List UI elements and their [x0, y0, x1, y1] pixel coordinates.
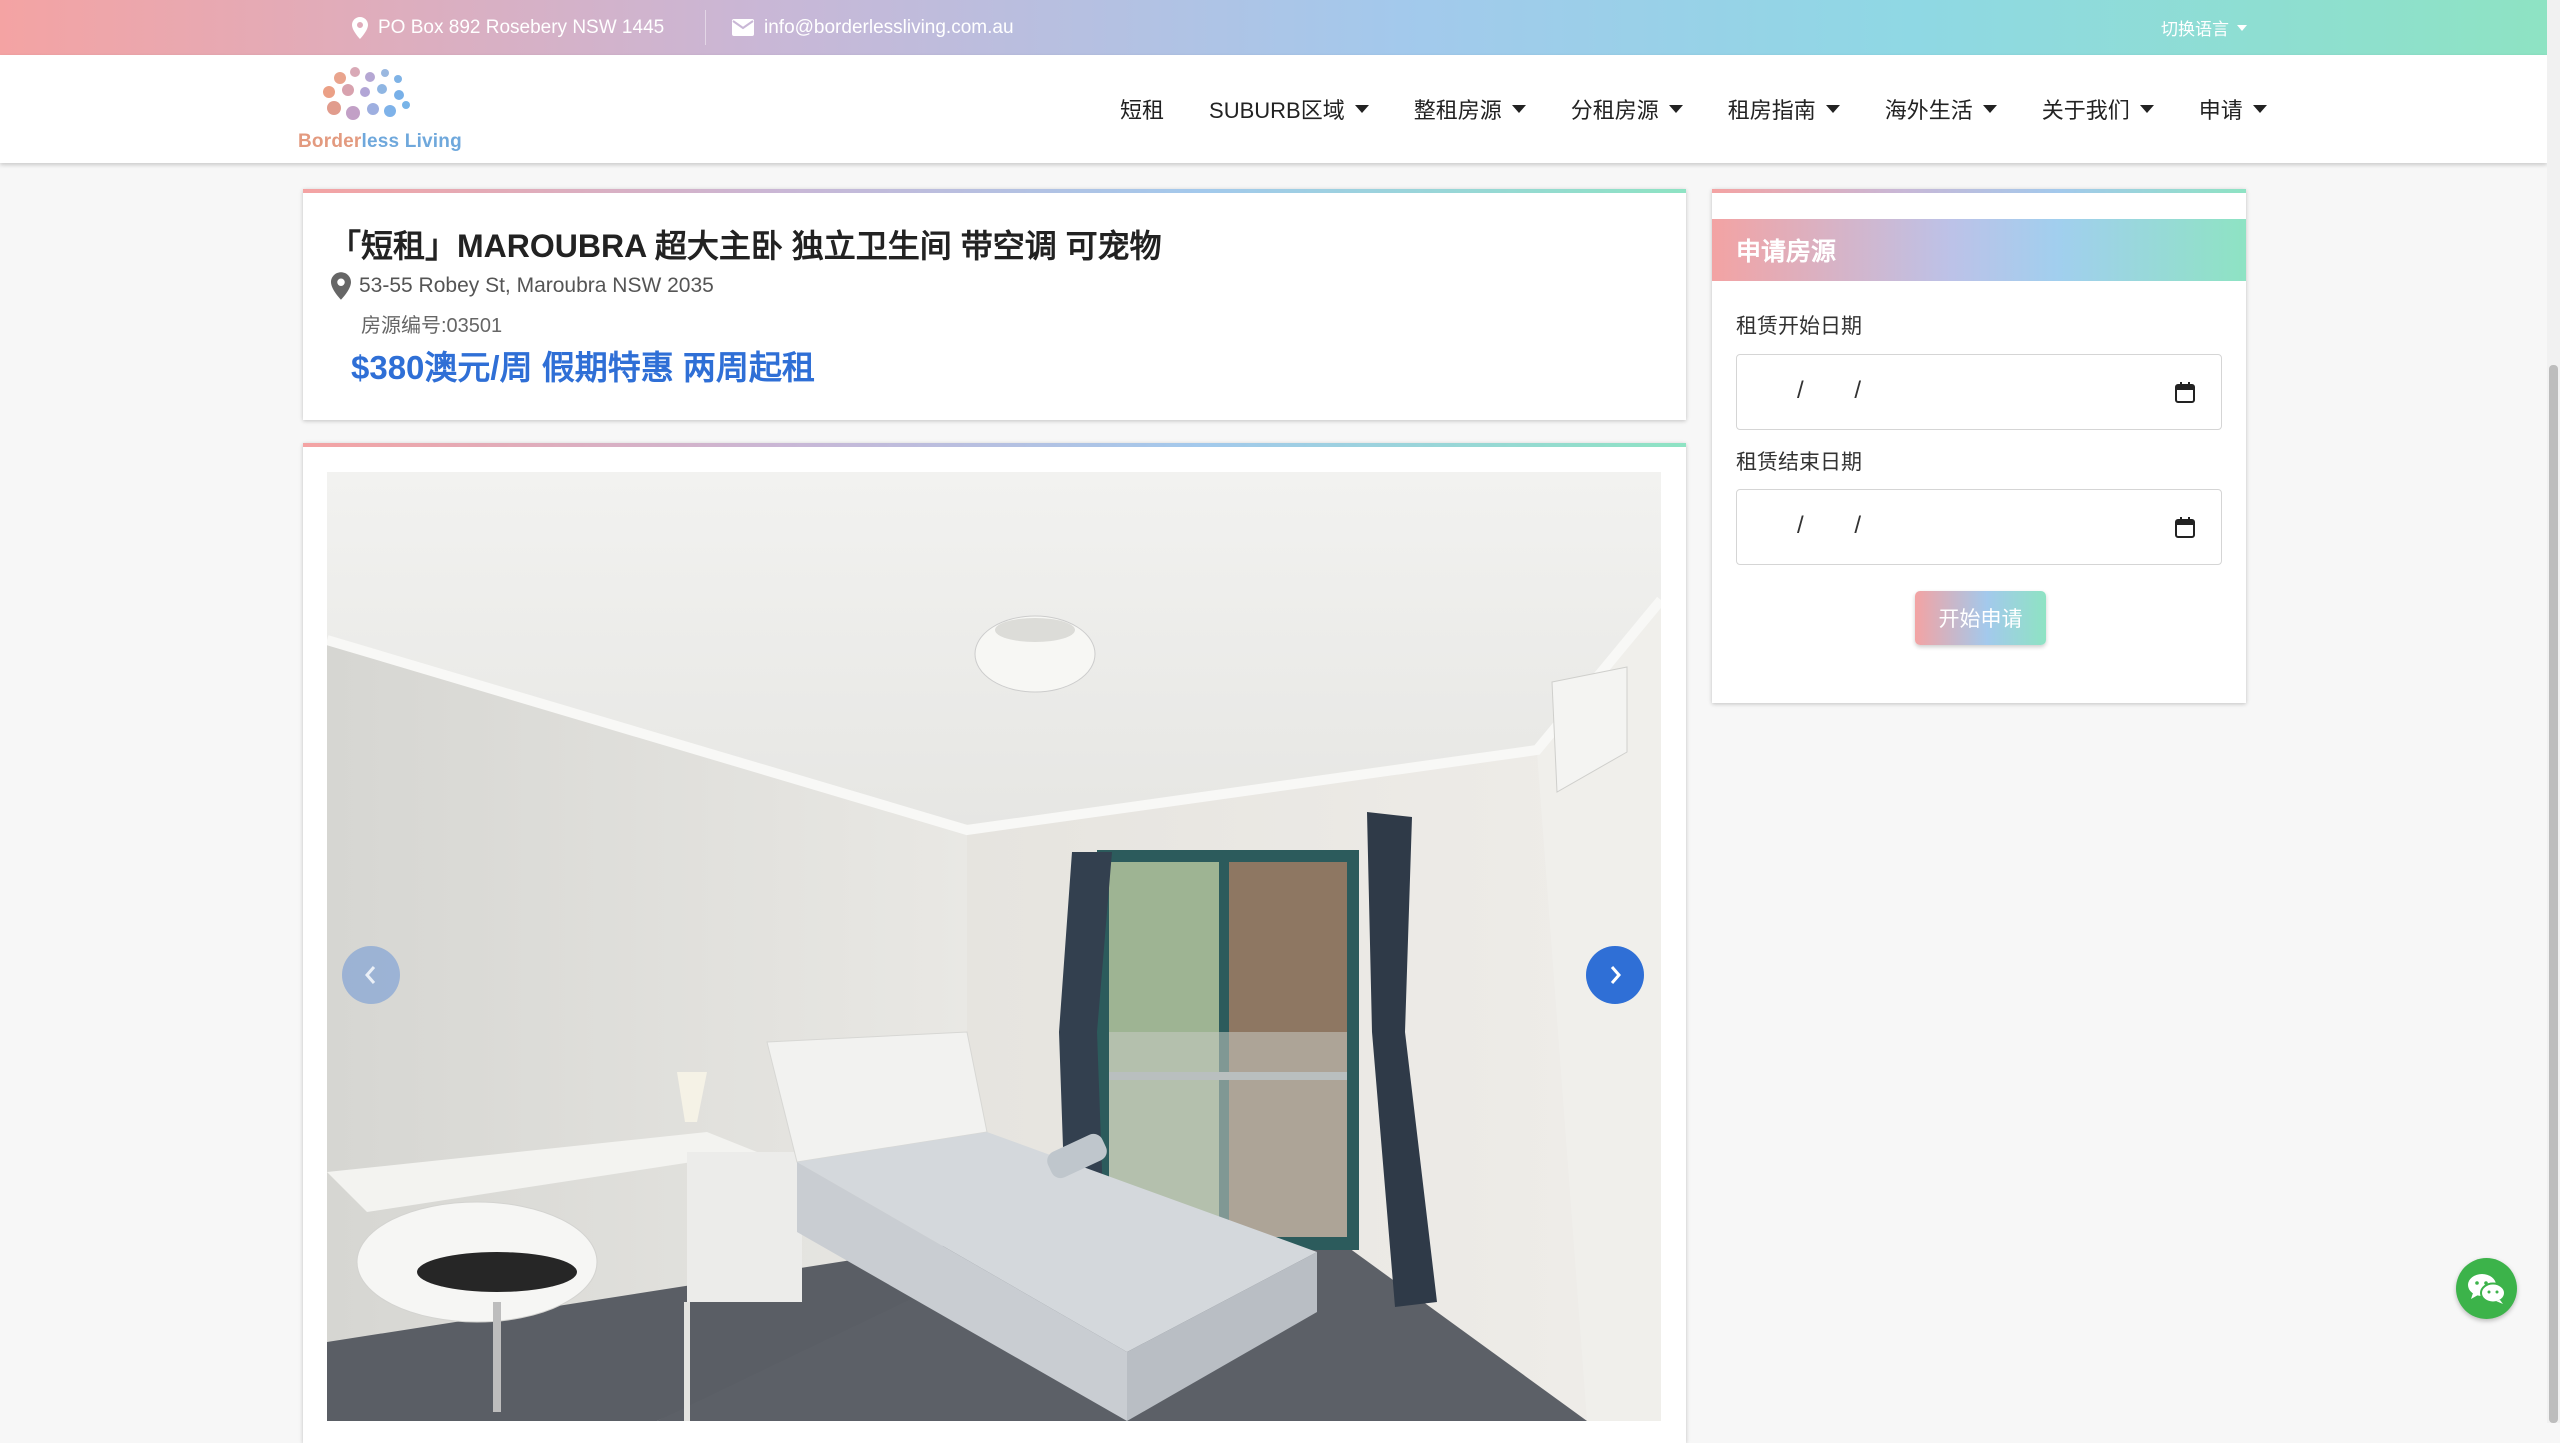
- nav-label: 租房指南: [1727, 98, 1816, 123]
- caret-down-icon: [1354, 105, 1369, 113]
- chevron-right-icon: [1610, 966, 1621, 984]
- address-info: PO Box 892 Rosebery NSW 1445: [352, 0, 664, 55]
- room-photo: [327, 472, 1661, 1421]
- nav-label: 海外生活: [1884, 98, 1973, 123]
- location-pin-icon: [352, 16, 368, 39]
- logo-text-part2: less Living: [361, 131, 462, 152]
- caret-down-icon: [1511, 105, 1526, 113]
- chevron-down-icon: [2237, 24, 2247, 31]
- nav-label: 分租房源: [1570, 98, 1659, 123]
- nav-menu: 短租 SUBURB区域 整租房源 分租房源 租房指南 海外生活 关于我们 申请: [1120, 55, 2312, 163]
- language-switcher[interactable]: 切换语言: [2161, 0, 2247, 55]
- photo-gallery-card: [303, 443, 1686, 1443]
- nav-item-about[interactable]: 关于我们: [2042, 93, 2154, 125]
- caret-down-icon: [1982, 105, 1997, 113]
- nav-item-whole-rent[interactable]: 整租房源: [1414, 93, 1526, 125]
- caret-down-icon: [1825, 105, 1840, 113]
- nav-item-apply[interactable]: 申请: [2199, 93, 2267, 125]
- nav-label: 申请: [2198, 98, 2243, 123]
- apply-sidebar-card: 申请房源 租赁开始日期 / / 租赁结束日期 / / 开始申请: [1712, 189, 2246, 703]
- page-scrollbar[interactable]: [2547, 0, 2560, 1423]
- listing-header-card: 「短租」MAROUBRA 超大主卧 独立卫生间 带空调 可宠物 53-55 Ro…: [303, 189, 1686, 420]
- nav-item-overseas-life[interactable]: 海外生活: [1885, 93, 1997, 125]
- caret-down-icon: [2139, 105, 2154, 113]
- language-label[interactable]: 切换语言: [2161, 15, 2229, 40]
- top-info-bar: PO Box 892 Rosebery NSW 1445 info@border…: [0, 0, 2547, 55]
- email-link[interactable]: info@borderlessliving.com.au: [764, 17, 1014, 39]
- start-date-input[interactable]: / /: [1736, 354, 2222, 430]
- card-accent-line: [303, 443, 1686, 447]
- email-info[interactable]: info@borderlessliving.com.au: [732, 0, 1014, 55]
- main-navbar: Borderless Living 短租 SUBURB区域 整租房源 分租房源 …: [0, 55, 2547, 163]
- address-text: 53-55 Robey St, Maroubra NSW 2035: [359, 274, 714, 297]
- nav-item-short-term[interactable]: 短租: [1120, 93, 1164, 125]
- end-date-input[interactable]: / /: [1736, 489, 2222, 565]
- nav-item-suburb[interactable]: SUBURB区域: [1209, 93, 1369, 125]
- mail-icon: [732, 19, 754, 36]
- caret-down-icon: [2252, 105, 2267, 113]
- logo-text-part1: Border: [298, 131, 362, 152]
- apply-heading: 申请房源: [1712, 219, 2246, 281]
- card-accent-line: [1712, 189, 2246, 193]
- end-date-label: 租赁结束日期: [1736, 451, 1862, 474]
- date-placeholder: / /: [1797, 377, 1884, 404]
- nav-item-guide[interactable]: 租房指南: [1728, 93, 1840, 125]
- scrollbar-thumb[interactable]: [2549, 365, 2558, 1423]
- chevron-left-icon: [365, 966, 376, 984]
- nav-label: 关于我们: [2041, 98, 2130, 123]
- calendar-icon[interactable]: [2175, 381, 2195, 403]
- wechat-icon: [2467, 1273, 2506, 1304]
- start-date-label: 租赁开始日期: [1736, 315, 1862, 338]
- caret-down-icon: [1668, 105, 1683, 113]
- logo-text[interactable]: Borderless Living: [298, 131, 462, 153]
- start-apply-button[interactable]: 开始申请: [1915, 591, 2046, 645]
- bedroom-photo-illustration: [327, 472, 1661, 1421]
- property-id: 房源编号:03501: [361, 315, 503, 337]
- wechat-button[interactable]: [2456, 1258, 2517, 1319]
- location-pin-icon: [331, 272, 351, 300]
- nav-label: 整租房源: [1413, 98, 1502, 123]
- nav-label: 短租: [1120, 98, 1165, 123]
- listing-price: $380澳元/周 假期特惠 两周起租: [351, 349, 815, 386]
- topbar-divider: [705, 10, 706, 45]
- carousel-next-button[interactable]: [1586, 946, 1644, 1004]
- listing-title: 「短租」MAROUBRA 超大主卧 独立卫生间 带空调 可宠物: [329, 228, 1162, 264]
- address-text: PO Box 892 Rosebery NSW 1445: [378, 16, 665, 38]
- carousel-prev-button[interactable]: [342, 946, 400, 1004]
- nav-label: SUBURB区域: [1209, 98, 1345, 123]
- nav-item-share-rent[interactable]: 分租房源: [1571, 93, 1683, 125]
- calendar-icon[interactable]: [2175, 516, 2195, 538]
- date-placeholder: / /: [1797, 512, 1884, 539]
- listing-address: 53-55 Robey St, Maroubra NSW 2035: [331, 272, 714, 300]
- card-accent-line: [303, 189, 1686, 193]
